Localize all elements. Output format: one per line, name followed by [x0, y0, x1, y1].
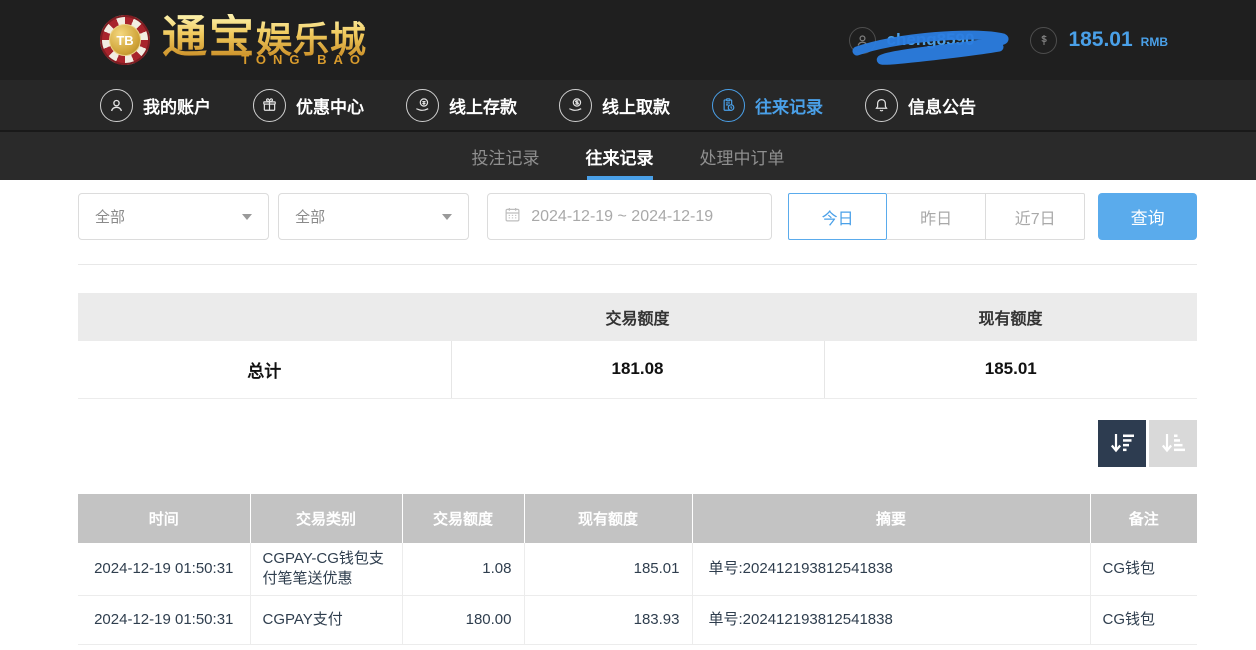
category-select-value: 全部: [95, 206, 125, 227]
balance[interactable]: 185.01 RMB: [1030, 27, 1168, 54]
summary-transaction-total: 181.08: [451, 341, 824, 398]
table-row: 2024-12-19 01:50:31 CGPAY-CG钱包支付笔笔送优惠 1.…: [78, 543, 1197, 596]
section-divider: [78, 264, 1197, 265]
summary-total-row: 总计 181.08 185.01: [78, 341, 1197, 398]
main-navigation: 我的账户 优惠中心 线上存款: [0, 80, 1256, 130]
brand-wordmark: 通宝娱乐城 TONG BAO: [162, 14, 367, 67]
col-header-remark: 备注: [1090, 494, 1197, 543]
user-icon: [849, 27, 876, 54]
withdraw-icon: [559, 89, 592, 122]
sort-descending-button[interactable]: [1098, 420, 1146, 467]
cell-balance: 185.01: [524, 543, 692, 596]
bell-icon: [865, 89, 898, 122]
summary-header-row: 交易额度 现有额度: [78, 293, 1197, 341]
cell-amount: 180.00: [402, 595, 524, 644]
today-button[interactable]: 今日: [788, 193, 887, 240]
sort-ascending-button[interactable]: [1149, 420, 1197, 467]
category-select[interactable]: 全部: [78, 193, 269, 240]
cell-summary: 单号:202412193812541838: [692, 595, 1090, 644]
deposit-icon: [406, 89, 439, 122]
tab-pending-orders[interactable]: 处理中订单: [700, 132, 785, 180]
nav-label: 往来记录: [755, 93, 823, 118]
cell-remark: CG钱包: [1090, 543, 1197, 596]
summary-header-transaction: 交易额度: [451, 293, 824, 341]
records-icon: [712, 89, 745, 122]
nav-item-promotions[interactable]: 优惠中心: [253, 89, 364, 122]
tab-betting-records[interactable]: 投注记录: [472, 132, 540, 180]
yesterday-button[interactable]: 昨日: [887, 193, 986, 240]
sort-descending-icon: [1109, 432, 1136, 455]
summary-header-blank: [78, 293, 451, 341]
balance-currency: RMB: [1141, 31, 1168, 49]
summary-total-label: 总计: [78, 341, 451, 398]
records-header-row: 时间 交易类别 交易额度 现有额度 摘要 备注: [78, 494, 1197, 543]
nav-item-withdraw[interactable]: 线上取款: [559, 89, 670, 122]
summary-header-balance: 现有额度: [824, 293, 1197, 341]
nav-label: 我的账户: [143, 93, 211, 118]
summary-table: 交易额度 现有额度 总计 181.08 185.01: [78, 293, 1197, 399]
nav-item-deposit[interactable]: 线上存款: [406, 89, 517, 122]
cell-remark: CG钱包: [1090, 595, 1197, 644]
user-account[interactable]: cheng8590: [849, 27, 975, 54]
nav-label: 优惠中心: [296, 93, 364, 118]
username-text: cheng8590: [887, 30, 975, 50]
filter-toolbar: 全部 全部 2024-12-19 ~ 2024-12-19 今日 昨日 近7日 …: [78, 193, 1197, 240]
sort-controls: [78, 420, 1197, 467]
quick-date-buttons: 今日 昨日 近7日: [788, 193, 1085, 240]
date-range-picker[interactable]: 2024-12-19 ~ 2024-12-19: [487, 193, 772, 240]
cell-type: CGPAY支付: [250, 595, 402, 644]
col-header-balance: 现有额度: [524, 494, 692, 543]
nav-label: 线上取款: [602, 93, 670, 118]
nav-item-announcements[interactable]: 信息公告: [865, 89, 976, 122]
sub-navigation: 投注记录 往来记录 处理中订单: [0, 130, 1256, 180]
chevron-down-icon: [242, 214, 252, 220]
cell-balance: 183.93: [524, 595, 692, 644]
table-row: 2024-12-19 01:50:31 CGPAY支付 180.00 183.9…: [78, 595, 1197, 644]
cell-amount: 1.08: [402, 543, 524, 596]
coin-icon: [1030, 27, 1057, 54]
date-range-value: 2024-12-19 ~ 2024-12-19: [531, 208, 713, 226]
last7days-button[interactable]: 近7日: [986, 193, 1085, 240]
subcategory-select-value: 全部: [295, 206, 325, 227]
records-table: 时间 交易类别 交易额度 现有额度 摘要 备注 2024-12-19 01:50…: [78, 494, 1197, 645]
col-header-time: 时间: [78, 494, 250, 543]
nav-item-transaction-records[interactable]: 往来记录: [712, 89, 823, 122]
top-header: TB 通宝娱乐城 TONG BAO cheng8590: [0, 0, 1256, 80]
col-header-amount: 交易额度: [402, 494, 524, 543]
calendar-icon: [504, 206, 521, 228]
chip-badge: TB: [109, 24, 141, 56]
cell-summary: 单号:202412193812541838: [692, 543, 1090, 596]
search-button[interactable]: 查询: [1098, 193, 1197, 240]
balance-amount: 185.01: [1068, 28, 1132, 52]
gift-icon: [253, 89, 286, 122]
brand-logo[interactable]: TB 通宝娱乐城 TONG BAO: [100, 14, 367, 67]
brand-name-en: TONG BAO: [162, 52, 367, 67]
user-icon: [100, 89, 133, 122]
header-account-area: cheng8590 185.01 RMB: [849, 27, 1168, 54]
col-header-type: 交易类别: [250, 494, 402, 543]
sort-ascending-icon: [1160, 432, 1187, 455]
nav-label: 线上存款: [449, 93, 517, 118]
col-header-summary: 摘要: [692, 494, 1090, 543]
cell-time: 2024-12-19 01:50:31: [78, 543, 250, 596]
nav-label: 信息公告: [908, 93, 976, 118]
subcategory-select[interactable]: 全部: [278, 193, 469, 240]
cell-type: CGPAY-CG钱包支付笔笔送优惠: [250, 543, 402, 596]
chevron-down-icon: [442, 214, 452, 220]
main-content: 全部 全部 2024-12-19 ~ 2024-12-19 今日 昨日 近7日 …: [78, 193, 1197, 645]
tab-transaction-records[interactable]: 往来记录: [586, 132, 654, 180]
cell-time: 2024-12-19 01:50:31: [78, 595, 250, 644]
nav-item-my-account[interactable]: 我的账户: [100, 89, 211, 122]
summary-balance-total: 185.01: [824, 341, 1197, 398]
poker-chip-icon: TB: [100, 15, 150, 65]
